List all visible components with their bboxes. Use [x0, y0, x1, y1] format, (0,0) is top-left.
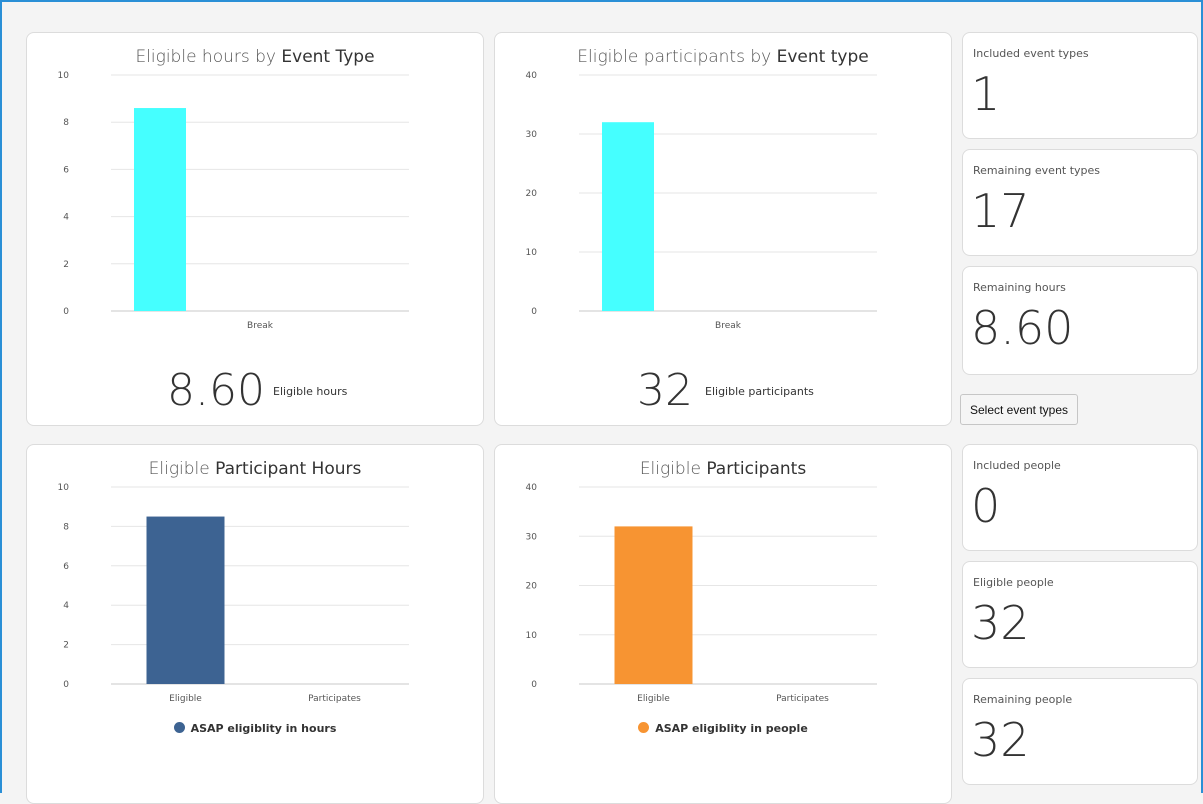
stat-label: Included event types [973, 47, 1089, 60]
y-tick-label: 6 [63, 562, 69, 572]
select-event-types-button[interactable]: Select event types [960, 394, 1078, 425]
included-people-card: Included people 0 [962, 444, 1198, 551]
y-tick-label: 4 [63, 601, 69, 611]
stat-value: 17 [971, 184, 1030, 238]
stat-value: 32 [971, 713, 1030, 767]
y-tick-label: 20 [526, 189, 538, 199]
y-tick-label: 4 [63, 213, 69, 223]
chart-legend[interactable]: ASAP eligiblity in people [495, 722, 951, 735]
hours-by-type-card: Eligible hours by Event Type 0 2 4 6 8 10 Brea… [26, 32, 484, 426]
legend-label: ASAP eligiblity in hours [190, 722, 337, 735]
participants-by-type-card: Eligible participants by Event type 0 10 2… [494, 32, 952, 426]
y-tick-label: 10 [526, 248, 538, 258]
eligible-hours-value: 8.60 [167, 365, 265, 416]
x-tick-label: Break [715, 321, 742, 331]
stat-value: 0 [971, 479, 1001, 533]
participant-hours-chart: 0 2 4 6 8 10 Eligible Participates [58, 483, 409, 704]
x-tick-label: Eligible [169, 694, 202, 704]
stat-label: Included people [973, 459, 1061, 472]
chart-legend[interactable]: ASAP eligiblity in hours [27, 722, 483, 735]
hours-by-type-chart: 0 2 4 6 8 10 Break [58, 71, 409, 331]
y-tick-label: 20 [526, 582, 538, 592]
eligible-participants-value: 32 [637, 365, 693, 416]
y-tick-label: 0 [531, 680, 537, 690]
remaining-people-card: Remaining people 32 [962, 678, 1198, 785]
y-tick-label: 30 [526, 130, 538, 140]
eligible-people-card: Eligible people 32 [962, 561, 1198, 668]
y-tick-label: 30 [526, 532, 538, 542]
y-tick-label: 10 [526, 631, 538, 641]
y-tick-label: 40 [526, 483, 538, 493]
eligible-hours-label: Eligible hours [273, 385, 348, 398]
bar [146, 516, 225, 684]
stat-value: 8.60 [971, 301, 1074, 355]
legend-dot-icon [638, 722, 650, 733]
legend-label: ASAP eligiblity in people [655, 722, 808, 735]
participants-chart: 0 10 20 30 40 Eligible Participates [526, 483, 877, 704]
y-tick-label: 10 [58, 71, 70, 81]
eligible-participants-label: Eligible participants [705, 385, 814, 398]
y-tick-label: 8 [63, 522, 69, 532]
stat-label: Eligible people [973, 576, 1054, 589]
y-tick-label: 0 [63, 680, 69, 690]
y-tick-label: 10 [58, 483, 70, 493]
y-tick-label: 6 [63, 165, 69, 175]
included-event-types-card: Included event types 1 [962, 32, 1198, 139]
participants-card: Eligible Participants 0 10 20 30 40 Eligible P… [494, 444, 952, 804]
y-tick-label: 2 [63, 260, 69, 270]
stat-value: 32 [971, 596, 1030, 650]
stat-value: 1 [971, 67, 1001, 121]
x-tick-label: Participates [776, 694, 829, 704]
bar [134, 108, 186, 311]
x-tick-label: Break [247, 321, 274, 331]
y-tick-label: 40 [526, 71, 538, 81]
bar [614, 526, 693, 684]
stat-label: Remaining people [973, 693, 1073, 706]
participant-hours-card: Eligible Participant Hours 0 2 4 6 8 10 Eligib… [26, 444, 484, 804]
x-tick-label: Participates [308, 694, 361, 704]
participants-by-type-chart: 0 10 20 30 40 Break [526, 71, 877, 331]
y-tick-label: 2 [63, 641, 69, 651]
legend-dot-icon [173, 722, 185, 733]
bar [602, 122, 654, 311]
remaining-hours-card: Remaining hours 8.60 [962, 266, 1198, 375]
y-tick-label: 8 [63, 118, 69, 128]
stat-label: Remaining hours [973, 281, 1066, 294]
y-tick-label: 0 [63, 307, 69, 317]
remaining-event-types-card: Remaining event types 17 [962, 149, 1198, 256]
y-tick-label: 0 [531, 307, 537, 317]
x-tick-label: Eligible [637, 694, 670, 704]
stat-label: Remaining event types [973, 164, 1101, 177]
